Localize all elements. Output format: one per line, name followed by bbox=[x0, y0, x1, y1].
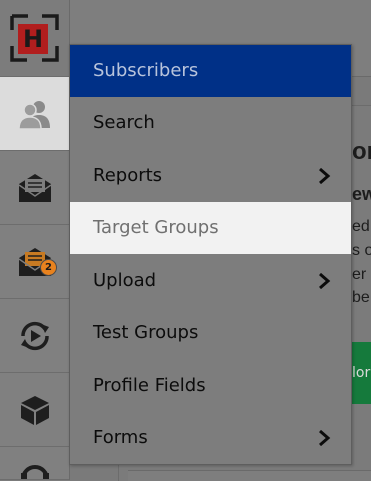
subscribers-dropdown-menu: Subscribers Search Reports Target Groups… bbox=[69, 44, 352, 465]
bottom-panel bbox=[128, 470, 371, 481]
chevron-right-icon bbox=[319, 273, 331, 289]
rail-item-drafts[interactable]: 2 bbox=[0, 225, 69, 299]
logo-icon: H bbox=[10, 14, 59, 62]
card-line-4: be bbox=[352, 289, 370, 306]
rail-item-automation[interactable] bbox=[0, 299, 69, 373]
menu-item-reports[interactable]: Reports bbox=[70, 150, 351, 202]
drafts-count-badge: 2 bbox=[40, 259, 57, 276]
cube-icon bbox=[20, 395, 49, 425]
menu-item-label: Profile Fields bbox=[93, 375, 206, 396]
envelope-open-icon bbox=[18, 173, 51, 202]
menu-item-target-groups[interactable]: Target Groups bbox=[70, 202, 351, 254]
rail-item-content[interactable] bbox=[0, 373, 69, 447]
cycle-play-icon bbox=[20, 321, 49, 350]
green-button-label: lor bbox=[352, 365, 371, 381]
rail-item-subscribers[interactable] bbox=[0, 77, 69, 151]
card-heading-fragment: or bbox=[352, 138, 371, 165]
rail-item-mailings[interactable] bbox=[0, 151, 69, 225]
card-line-3: er bbox=[352, 266, 367, 283]
menu-item-profile-fields[interactable]: Profile Fields bbox=[70, 360, 351, 412]
menu-item-upload[interactable]: Upload bbox=[70, 255, 351, 307]
menu-item-test-groups[interactable]: Test Groups bbox=[70, 307, 351, 359]
users-icon bbox=[17, 100, 50, 130]
menu-item-label: Reports bbox=[93, 165, 163, 186]
headset-icon bbox=[20, 465, 49, 479]
chevron-right-icon bbox=[319, 430, 331, 446]
menu-item-label: Test Groups bbox=[93, 322, 199, 343]
card-subheading-fragment: ew bbox=[352, 184, 371, 204]
menu-item-label: Target Groups bbox=[93, 217, 219, 238]
svg-text:H: H bbox=[23, 25, 43, 53]
app-logo[interactable]: H bbox=[0, 0, 69, 77]
menu-item-label: Forms bbox=[93, 427, 148, 448]
card-line-1: ed bbox=[352, 218, 370, 235]
menu-item-label: Upload bbox=[93, 270, 157, 291]
rail-item-support[interactable] bbox=[0, 447, 69, 480]
menu-item-search[interactable]: Search bbox=[70, 97, 351, 149]
card-line-2: s o bbox=[352, 242, 371, 259]
sidebar-rail: H 2 bbox=[0, 0, 70, 480]
menu-header-subscribers[interactable]: Subscribers bbox=[70, 45, 351, 97]
green-action-button[interactable]: lor bbox=[352, 342, 371, 404]
menu-item-forms[interactable]: Forms bbox=[70, 412, 351, 464]
chevron-right-icon bbox=[319, 168, 331, 184]
menu-item-label: Search bbox=[93, 112, 155, 133]
